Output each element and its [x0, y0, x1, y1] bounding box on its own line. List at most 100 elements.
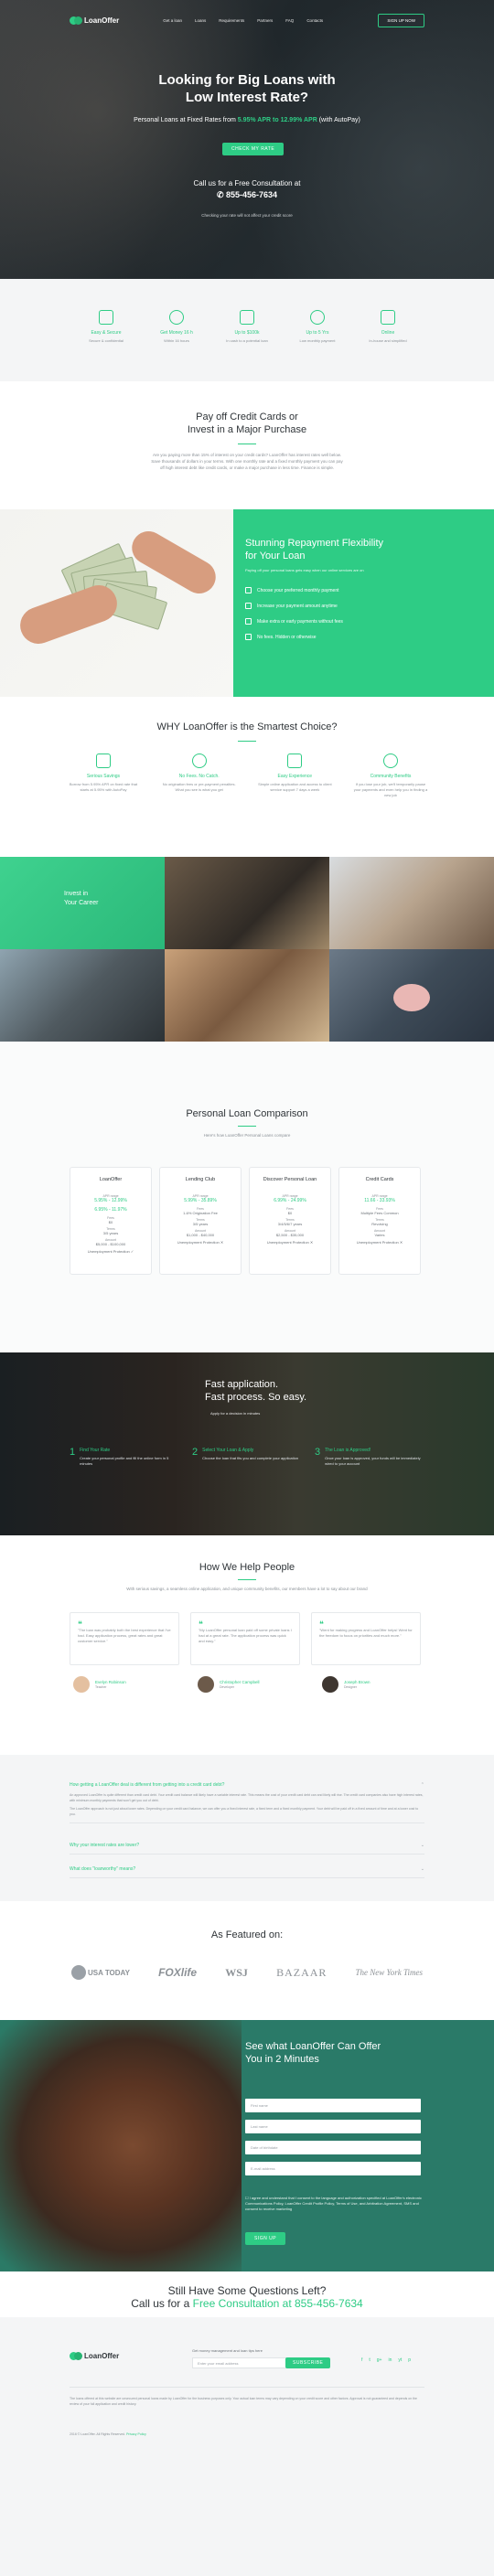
feature-title: Get Money 16 h: [160, 330, 193, 336]
pinterest-icon[interactable]: p: [408, 2357, 411, 2363]
card-apr: 5.99% - 35.89%: [184, 1198, 217, 1203]
menu-item-get-a-loan[interactable]: Get a loan: [163, 18, 182, 23]
newsletter-email-input[interactable]: Enter your email address: [192, 2357, 293, 2368]
sign-up-button[interactable]: SIGN UP NOW: [378, 13, 424, 27]
menu-item-faq[interactable]: FAQ: [285, 18, 294, 23]
why-item: Serious Savings Borrow from 5.95% APR on …: [66, 754, 141, 798]
footer-logo[interactable]: LoanOffer: [70, 2352, 119, 2360]
step-item: 1 Find Your Rate Create your personal prof…: [70, 1448, 179, 1467]
main-menu: Get a loan Loans Requirements Partners F…: [163, 18, 323, 23]
chevron-down-icon[interactable]: ⌄: [421, 1866, 424, 1872]
card-fee: Multiple Fees Common: [360, 1211, 399, 1215]
quote-icon: ❝: [319, 1619, 324, 1629]
quote-icon: ❝: [78, 1619, 82, 1629]
hero-subtitle: Personal Loans at Fixed Rates from 5.95%…: [0, 117, 494, 123]
newsletter-label: Get money management and loan tips here: [192, 2348, 263, 2353]
card-fee: $0: [108, 1220, 113, 1224]
twitter-icon[interactable]: t: [369, 2357, 370, 2363]
hero-title: Looking for Big Loans with Low Interest …: [0, 71, 494, 106]
last-name-field[interactable]: Last name: [245, 2120, 421, 2133]
checklist-item: Make extra or early payments without fee…: [245, 618, 383, 625]
first-name-field[interactable]: First name: [245, 2099, 421, 2112]
faq-item[interactable]: What does "loanworthy" means? ⌄: [70, 1866, 424, 1878]
avatar: [322, 1676, 338, 1693]
menu-item-partners[interactable]: Partners: [257, 18, 273, 23]
card-unemployment: Unemployment Protection ✕: [177, 1240, 224, 1245]
card-term: 3/5 years: [102, 1231, 119, 1235]
subscribe-button[interactable]: SUBSCRIBE: [285, 2357, 331, 2368]
comparison-title: Personal Loan Comparison: [186, 1108, 308, 1119]
step-title: The Loan is Approved!: [325, 1448, 371, 1453]
youtube-icon[interactable]: yt: [398, 2357, 402, 2363]
checkbox-icon: [245, 618, 252, 625]
card-unemployment: Unemployment Protection ✕: [266, 1240, 314, 1245]
birthdate-field[interactable]: Date of birthdate: [245, 2141, 421, 2154]
features-strip: Easy & Secure Secure & confidential Get M…: [0, 279, 494, 381]
form-sign-up-button[interactable]: SIGN UP: [245, 2232, 286, 2245]
brand-logo[interactable]: LoanOffer: [70, 16, 119, 25]
hero-section: LoanOffer Get a loan Loans Requirements …: [0, 0, 494, 279]
hero-phone[interactable]: 855-456-7634: [226, 190, 277, 199]
menu-item-loans[interactable]: Loans: [195, 18, 206, 23]
form-title-line1: See what LoanOffer Can Offer: [245, 2041, 381, 2052]
hero-note: Checking your rate will not affect your …: [201, 213, 293, 218]
faq-section: How getting a LoanOffer deal is differen…: [0, 1755, 494, 1901]
hero-sub-pre: Personal Loans at Fixed Rates from: [134, 117, 238, 123]
repayment-title: Stunning Repayment Flexibility for Your L…: [245, 537, 383, 562]
google-plus-icon[interactable]: g+: [377, 2357, 382, 2363]
menu-item-contacts[interactable]: Contacts: [306, 18, 323, 23]
faq-item-open[interactable]: How getting a LoanOffer deal is differen…: [70, 1782, 424, 1823]
facebook-icon[interactable]: f: [361, 2357, 362, 2363]
runner-icon: [191, 754, 207, 768]
author-role: Designer: [344, 1684, 358, 1689]
testimonial-text: "Went for making progress and LoanOffer …: [319, 1628, 413, 1638]
card-fee: $0: [287, 1211, 293, 1215]
why-item: No Fees. No Catch. No origination fees or…: [162, 754, 237, 798]
why-item: Community Benefits If you lose your job, …: [353, 754, 428, 798]
feature-title: Up to 5 Yrs: [306, 330, 329, 336]
usa-today-logo: USA TODAY: [88, 1968, 130, 1977]
invest-career-tile[interactable]: Invest in Your Career: [0, 857, 165, 949]
money-stack-icon: [240, 310, 254, 325]
faq-question[interactable]: Why your interest rates are lower?: [70, 1843, 139, 1848]
email-field[interactable]: E-mail address: [245, 2162, 421, 2175]
check-my-rate-button[interactable]: CHECK MY RATE: [222, 143, 285, 155]
privacy-policy-link[interactable]: Privacy Policy: [126, 2432, 146, 2436]
testimonial-card: ❝ "The loan was probably both the best ex…: [70, 1612, 179, 1665]
menu-item-requirements[interactable]: Requirements: [219, 18, 244, 23]
feature-desc: In cash to a potential loan: [226, 338, 268, 343]
consent-text: ☐ I agree and understand that I consent …: [245, 2196, 424, 2212]
faq-item[interactable]: Why your interest rates are lower? ⌄: [70, 1843, 424, 1855]
author-name: Joseph Brown: [344, 1679, 370, 1684]
repayment-content: Stunning Repayment Flexibility for Your L…: [245, 537, 383, 649]
photo-car-driver: [0, 949, 165, 1042]
faq-question[interactable]: How getting a LoanOffer deal is differen…: [70, 1782, 224, 1788]
faq-question[interactable]: What does "loanworthy" means?: [70, 1866, 135, 1872]
comparison-card: LoanOffer APR range 5.95% - 12.99% 6.95% - …: [70, 1167, 152, 1275]
hero-title-line1: Looking for Big Loans with: [158, 72, 336, 88]
chevron-up-icon[interactable]: ⌃: [421, 1782, 424, 1788]
fast-application-section: Fast application. Fast process. So easy. …: [0, 1352, 494, 1535]
card-amount: $2,500 - $35,000: [275, 1233, 305, 1237]
form-title-line2: You in 2 Minutes: [245, 2054, 319, 2065]
featured-on-section: As Featured on: USA TODAY FOXlife WSJ BA…: [0, 1901, 494, 2020]
feature-desc: In-house and simplified: [369, 338, 407, 343]
step-title: Find Your Rate: [80, 1448, 111, 1453]
chevron-down-icon[interactable]: ⌄: [421, 1843, 424, 1848]
tile-caption-line2: Your Career: [64, 900, 99, 906]
questions-phone-link[interactable]: Free Consultation at 855-456-7634: [193, 2297, 363, 2310]
hero-background: [0, 0, 494, 279]
testimonial-author: Joseph Brown Designer: [322, 1676, 426, 1693]
feature-desc: Low monthly payment: [299, 338, 336, 343]
hero-call: Call us for a Free Consultation at ✆ 855…: [0, 178, 494, 200]
tile-caption-line1: Invest in: [64, 891, 89, 897]
smiling-woman-image: [0, 2020, 242, 2271]
linkedin-icon[interactable]: in: [388, 2357, 392, 2363]
payoff-title-line2: Invest in a Major Purchase: [187, 424, 307, 435]
card-unemployment: Unemployment Protection ✓: [87, 1249, 134, 1254]
logo-mark-icon: [70, 16, 82, 25]
laptop-icon: [381, 310, 395, 325]
comparison-card: Discover Personal Loan APR range 6.99% - 2…: [249, 1167, 331, 1275]
why-item-desc: If you lose your job, we'll temporarily …: [353, 782, 428, 797]
quote-icon: ❝: [199, 1619, 203, 1629]
